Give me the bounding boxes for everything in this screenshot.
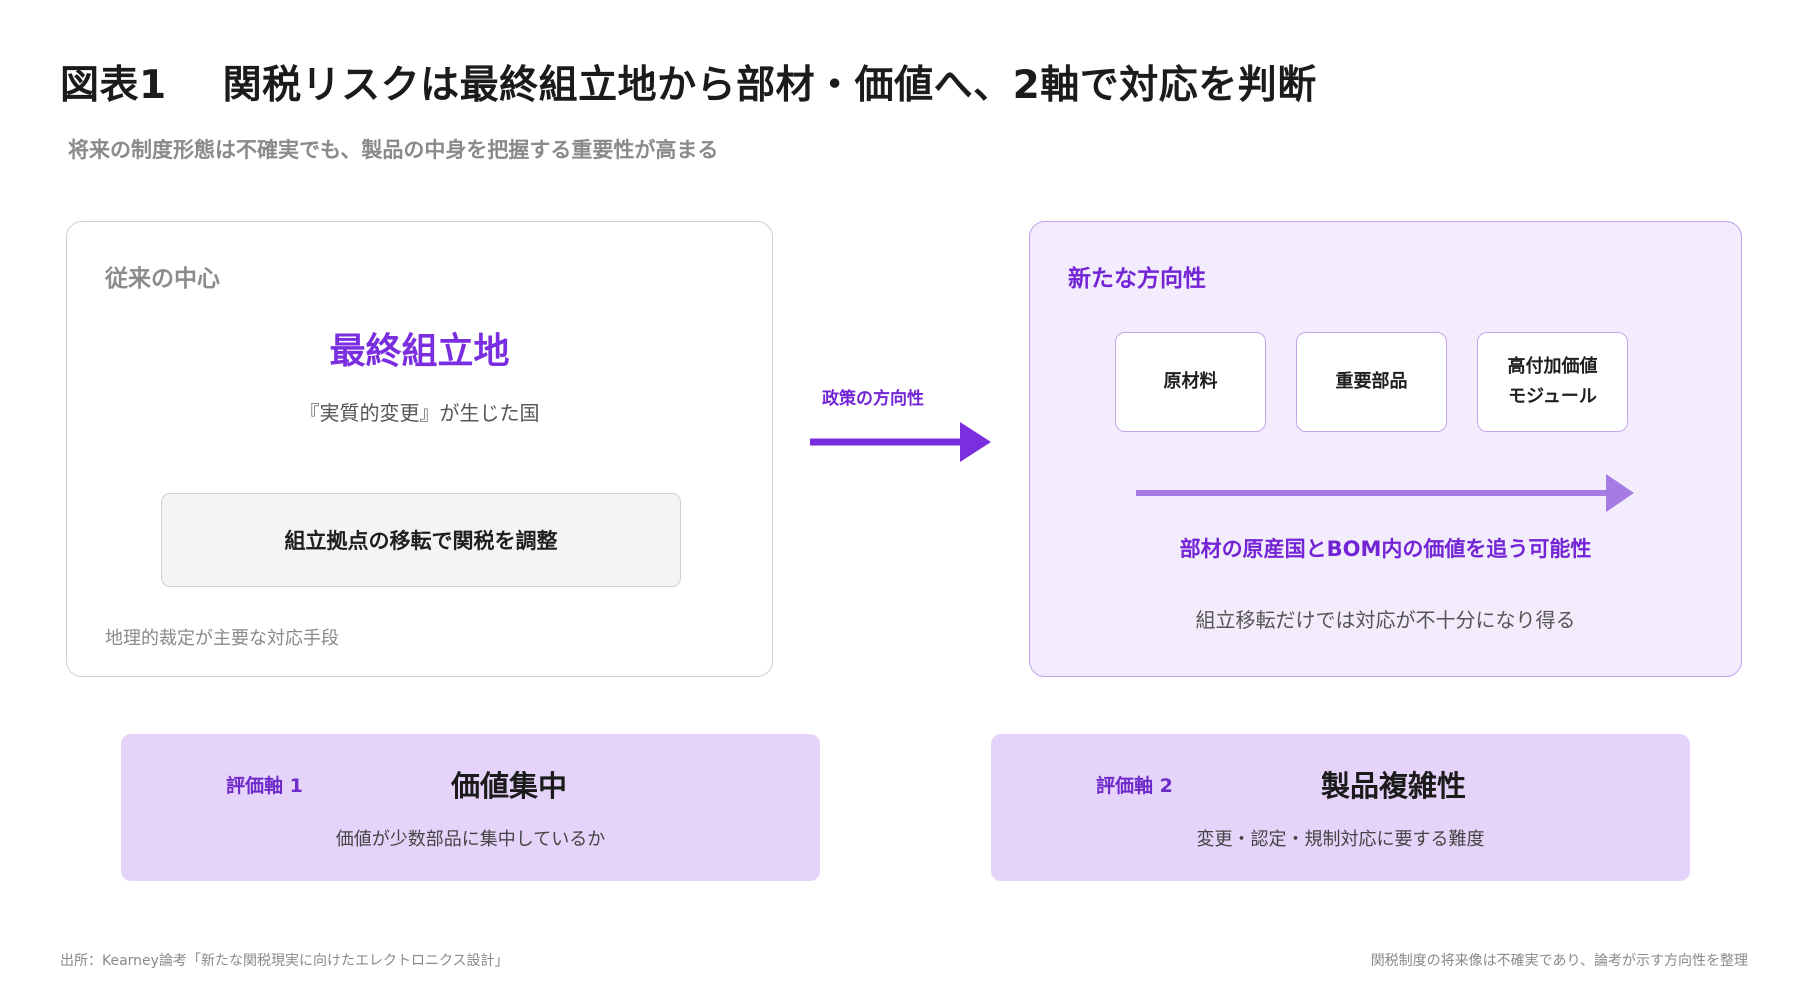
new-direction-emphasis: 部材の原産国とBOM内の価値を追う可能性 xyxy=(1179,537,1592,561)
new-direction-panel: 新たな方向性 原材料 重要部品 高付加価値 モジュール 部材の原産国とBOM内の… xyxy=(1029,221,1742,677)
policy-direction-arrow-icon xyxy=(810,422,991,462)
new-direction-note: 組立移転だけでは対応が不十分になり得る xyxy=(1195,608,1576,632)
chip-text-line-1: 高付加価値 xyxy=(1507,356,1598,377)
final-assembly-subtext: 『実質的変更』が生じた国 xyxy=(299,401,540,425)
evaluation-axis-1-card: 評価軸 1 価値集中 価値が少数部品に集中しているか xyxy=(121,734,820,881)
axis-1-tag: 評価軸 1 xyxy=(226,775,303,797)
axis-2-tag: 評価軸 2 xyxy=(1096,775,1173,797)
axis-2-title: 製品複雑性 xyxy=(1321,769,1467,803)
footer-note: 関税制度の将来像は不確実であり、論考が示す方向性を整理 xyxy=(1370,953,1748,969)
axis-1-title: 価値集中 xyxy=(451,769,568,803)
source-note: 出所：Kearney論考「新たな関税現実に向けたエレクトロニクス設計」 xyxy=(60,953,509,969)
relocation-box: 組立拠点の移転で関税を調整 xyxy=(161,493,681,587)
page: 図表1 関税リスクは最終組立地から部材・価値へ、2軸で対応を判断 将来の制度形態は… xyxy=(0,0,1800,1000)
axis-2-description: 変更・認定・規制対応に要する難度 xyxy=(1196,829,1485,850)
chip-text-line-2: モジュール xyxy=(1508,386,1597,407)
new-direction-label: 新たな方向性 xyxy=(1068,266,1206,292)
chip-high-value-modules: 高付加価値 モジュール xyxy=(1477,332,1628,432)
page-subtitle: 将来の制度形態は不確実でも、製品の中身を把握する重要性が高まる xyxy=(68,138,719,162)
relocation-box-text: 組立拠点の移転で関税を調整 xyxy=(284,529,558,553)
figure-number: 図表1 xyxy=(60,63,167,108)
final-assembly-heading: 最終組立地 xyxy=(329,331,510,372)
evaluation-axis-2-card: 評価軸 2 製品複雑性 変更・認定・規制対応に要する難度 xyxy=(991,734,1690,881)
page-title: 図表1 関税リスクは最終組立地から部材・価値へ、2軸で対応を判断 xyxy=(60,54,1317,110)
policy-direction-label: 政策の方向性 xyxy=(822,389,924,409)
current-focus-panel: 従来の中心 最終組立地 『実質的変更』が生じた国 組立拠点の移転で関税を調整 地… xyxy=(66,221,773,677)
value-flow-arrow-icon xyxy=(1136,474,1634,512)
chip-text: 原材料 xyxy=(1163,371,1218,392)
current-focus-note: 地理的裁定が主要な対応手段 xyxy=(105,628,339,649)
chip-raw-materials: 原材料 xyxy=(1115,332,1266,432)
chip-key-components: 重要部品 xyxy=(1296,332,1447,432)
current-focus-label: 従来の中心 xyxy=(105,266,220,292)
title-text: 関税リスクは最終組立地から部材・価値へ、2軸で対応を判断 xyxy=(222,63,1317,108)
chip-text: 重要部品 xyxy=(1335,371,1408,392)
axis-1-description: 価値が少数部品に集中しているか xyxy=(335,829,606,850)
